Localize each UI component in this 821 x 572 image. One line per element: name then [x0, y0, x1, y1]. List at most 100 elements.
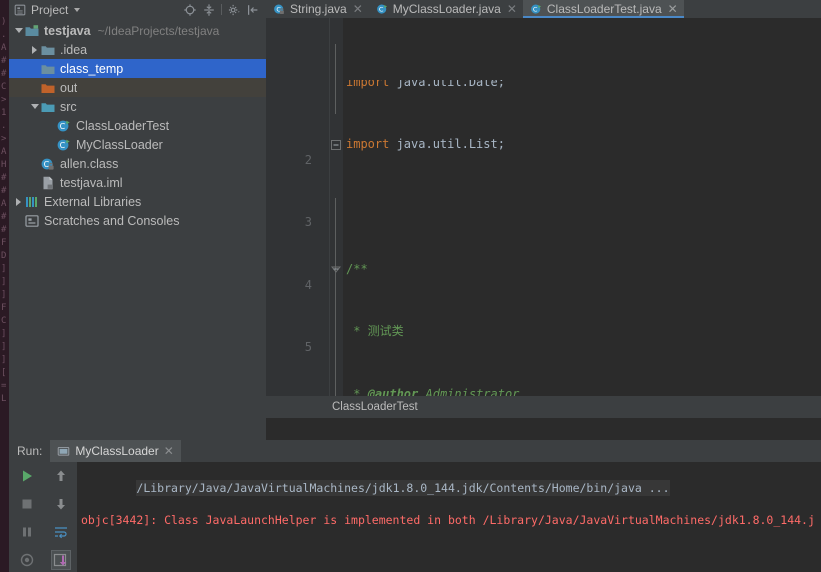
locate-icon[interactable] [183, 3, 197, 17]
run-icon[interactable] [17, 466, 37, 486]
tree-row[interactable]: testjava ~/IdeaProjects/testjava [9, 21, 266, 40]
tree-row[interactable]: testjava.iml [9, 173, 266, 192]
soft-wrap-icon[interactable] [51, 522, 71, 542]
svg-text:C: C [533, 5, 538, 13]
tree-row[interactable]: Scratches and Consoles [9, 211, 266, 230]
line-number: 3 [304, 215, 312, 230]
hide-panel-icon[interactable] [246, 3, 260, 17]
module-folder-icon [25, 24, 39, 36]
line-number: 4 [304, 277, 312, 292]
fold-minus-icon[interactable] [331, 140, 341, 151]
close-icon[interactable]: ✕ [164, 444, 174, 458]
settings-gear-icon[interactable] [227, 3, 241, 17]
chevron-down-icon[interactable] [29, 101, 40, 112]
tree-row[interactable]: Callen.class [9, 154, 266, 173]
tree-row[interactable]: src [9, 97, 266, 116]
tree-row[interactable]: out [9, 78, 266, 97]
tree-row[interactable]: C MyClassLoader [9, 135, 266, 154]
editor-tab-myclassloader[interactable]: C MyClassLoader.java ✕ [368, 0, 523, 18]
folder-icon [41, 45, 55, 55]
background-window-sliver: ). A # # C >1. > A H # # A # # F D]]] F C]]][= L [0, 0, 9, 572]
tree-row-path: ~/IdeaProjects/testjava [97, 23, 220, 38]
close-icon[interactable]: ✕ [668, 3, 678, 15]
console-icon [58, 446, 70, 456]
project-view-icon [14, 4, 26, 15]
screenshot-icon[interactable] [17, 550, 37, 570]
scroll-up-icon[interactable] [51, 466, 71, 486]
tree-row-label: out [60, 80, 78, 95]
console-output[interactable]: /Library/Java/JavaVirtualMachines/jdk1.8… [77, 462, 821, 572]
chevron-right-icon[interactable] [29, 44, 40, 55]
java-class-runnable-icon: C [376, 4, 387, 14]
source-folder-icon [41, 102, 55, 112]
idea-window: ). A # # C >1. > A H # # A # # F D]]] F C]]][= L Project [0, 0, 821, 572]
code-line: 1 import java.util.Date; [346, 80, 505, 90]
line-number: 2 [304, 152, 312, 167]
scratches-icon [25, 214, 39, 227]
java-class-runnable-icon: C [57, 139, 70, 150]
tree-row-label: allen.class [60, 156, 119, 171]
chevron-down-icon[interactable] [13, 25, 24, 36]
project-tree[interactable]: testjava ~/IdeaProjects/testjava .idea clas… [9, 19, 266, 440]
breadcrumb-item[interactable]: ClassLoaderTest [332, 401, 418, 413]
toolbar-divider [221, 4, 222, 15]
tree-row-label: MyClassLoader [76, 137, 163, 152]
run-toolbar-left [9, 462, 45, 572]
svg-text:C: C [379, 5, 384, 13]
stop-icon[interactable] [17, 494, 37, 514]
close-icon[interactable]: ✕ [507, 3, 517, 15]
tree-row[interactable]: class_temp [9, 59, 266, 78]
folder-icon [41, 64, 55, 74]
folder-excluded-icon [41, 83, 55, 93]
compiled-class-locked-icon: C [274, 4, 284, 14]
iml-file-icon [43, 176, 53, 189]
tree-row-label: testjava.iml [60, 175, 123, 190]
project-panel-toolbar [183, 3, 263, 17]
tree-row[interactable]: .idea [9, 40, 266, 59]
tree-row-label: testjava [44, 23, 91, 38]
run-tool-window: Run: MyClassLoader ✕ /Library/Java/JavaV… [9, 440, 821, 572]
java-class-runnable-icon: C [531, 4, 541, 14]
project-tool-window: Project testjava ~/IdeaProjects/testjava… [9, 0, 266, 440]
editor-tab-label: MyClassLoader.java [392, 2, 501, 16]
java-class-runnable-icon: C [57, 120, 70, 131]
compiled-class-icon: C [41, 158, 54, 170]
editor-tab-label: ClassLoaderTest.java [546, 2, 662, 16]
project-title-group[interactable]: Project [13, 2, 81, 17]
code-lines: 1 import java.util.Date; 2 import java.u… [266, 18, 821, 418]
code-line: 4 /** [266, 262, 821, 292]
editor-area: C String.java ✕ C MyClassLoader.java ✕ C… [266, 0, 821, 440]
run-tab-label: MyClassLoader [75, 444, 159, 458]
tree-row-label: External Libraries [44, 194, 142, 209]
editor-tab-string[interactable]: C String.java ✕ [266, 0, 369, 18]
run-panel-header: Run: MyClassLoader ✕ [9, 440, 821, 462]
code-line: 2 import java.util.List; [266, 137, 821, 167]
tree-row[interactable]: C ClassLoaderTest [9, 116, 266, 135]
collapse-all-icon[interactable] [202, 3, 216, 17]
scroll-to-end-icon[interactable] [51, 550, 71, 570]
chevron-right-icon[interactable] [13, 196, 24, 207]
project-panel-title: Project [31, 2, 69, 17]
project-panel-header: Project [9, 0, 266, 19]
breadcrumb[interactable]: ClassLoaderTest [266, 396, 821, 418]
code-editor[interactable]: 1 import java.util.Date; 2 import java.u… [266, 18, 821, 418]
tree-row[interactable]: External Libraries [9, 192, 266, 211]
run-label: Run: [17, 444, 43, 458]
code-line: 5 * 测试类 [266, 324, 821, 354]
pause-icon[interactable] [17, 522, 37, 542]
editor-tab-label: String.java [290, 2, 347, 16]
run-tab-myclassloader[interactable]: MyClassLoader ✕ [50, 440, 181, 462]
chevron-down-icon[interactable] [74, 7, 81, 12]
scroll-down-icon[interactable] [51, 494, 71, 514]
libraries-icon [26, 196, 37, 207]
editor-tab-classloadertest[interactable]: C ClassLoaderTest.java ✕ [522, 0, 684, 18]
tree-row-label: class_temp [60, 61, 124, 76]
close-icon[interactable]: ✕ [353, 3, 363, 15]
console-line: /Library/Java/JavaVirtualMachines/jdk1.8… [136, 480, 670, 496]
tree-row-label: ClassLoaderTest [76, 118, 170, 133]
fold-collapse-icon[interactable] [331, 265, 341, 275]
